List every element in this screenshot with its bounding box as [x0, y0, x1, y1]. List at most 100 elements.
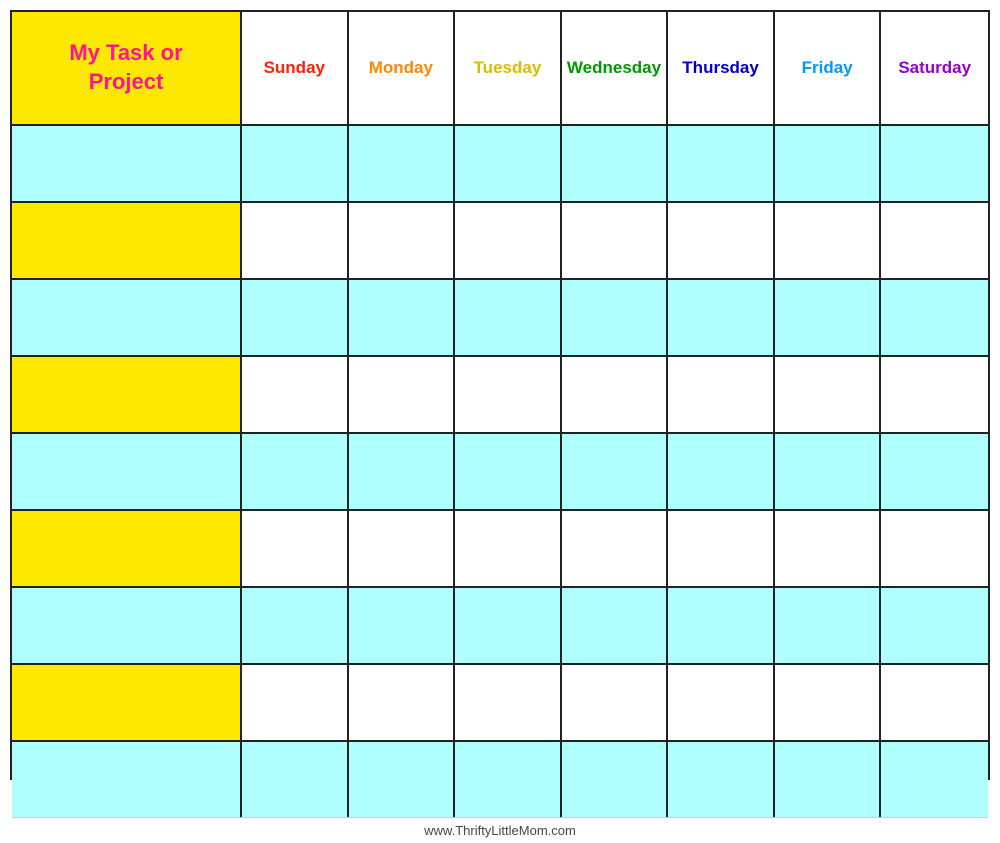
- task-cell[interactable]: [12, 357, 242, 432]
- day-cell[interactable]: [668, 588, 775, 663]
- data-row: [12, 126, 988, 203]
- day-cell[interactable]: [562, 742, 669, 817]
- day-cell[interactable]: [242, 434, 349, 509]
- day-cell[interactable]: [775, 742, 882, 817]
- day-cell[interactable]: [349, 203, 456, 278]
- day-cell[interactable]: [668, 511, 775, 586]
- day-cell[interactable]: [349, 280, 456, 355]
- day-cell[interactable]: [455, 665, 562, 740]
- day-cell[interactable]: [242, 357, 349, 432]
- day-cell[interactable]: [668, 665, 775, 740]
- day-cell[interactable]: [668, 434, 775, 509]
- page-wrapper: My Task or Project Sunday Monday Tuesday We…: [10, 10, 990, 780]
- day-cell[interactable]: [349, 126, 456, 201]
- day-cell[interactable]: [562, 665, 669, 740]
- day-label-tuesday: Tuesday: [474, 58, 542, 78]
- task-cell[interactable]: [12, 280, 242, 355]
- day-cell[interactable]: [775, 665, 882, 740]
- day-cell[interactable]: [881, 742, 988, 817]
- header-day-thursday: Thursday: [668, 12, 775, 124]
- day-cell[interactable]: [562, 434, 669, 509]
- task-cell[interactable]: [12, 742, 242, 817]
- day-cell[interactable]: [242, 511, 349, 586]
- day-cell[interactable]: [349, 742, 456, 817]
- day-cell[interactable]: [775, 434, 882, 509]
- day-cell[interactable]: [775, 280, 882, 355]
- day-cell[interactable]: [775, 357, 882, 432]
- day-cell[interactable]: [668, 357, 775, 432]
- data-row: [12, 742, 988, 817]
- day-cell[interactable]: [349, 588, 456, 663]
- day-cell[interactable]: [455, 434, 562, 509]
- day-cell[interactable]: [881, 357, 988, 432]
- header-day-sunday: Sunday: [242, 12, 349, 124]
- day-cell[interactable]: [242, 126, 349, 201]
- day-cell[interactable]: [881, 511, 988, 586]
- day-label-friday: Friday: [802, 58, 853, 78]
- header-day-wednesday: Wednesday: [562, 12, 669, 124]
- data-row: [12, 357, 988, 434]
- day-cell[interactable]: [881, 203, 988, 278]
- day-cell[interactable]: [455, 357, 562, 432]
- day-cell[interactable]: [668, 742, 775, 817]
- day-cell[interactable]: [242, 280, 349, 355]
- day-cell[interactable]: [242, 665, 349, 740]
- data-row: [12, 280, 988, 357]
- data-row: [12, 588, 988, 665]
- day-cell[interactable]: [562, 588, 669, 663]
- day-cell[interactable]: [775, 588, 882, 663]
- task-cell[interactable]: [12, 203, 242, 278]
- data-row: [12, 665, 988, 742]
- day-cell[interactable]: [455, 126, 562, 201]
- header-day-friday: Friday: [775, 12, 882, 124]
- title-line2: Project: [89, 69, 164, 94]
- day-cell[interactable]: [349, 434, 456, 509]
- day-cell[interactable]: [881, 434, 988, 509]
- day-cell[interactable]: [455, 203, 562, 278]
- header-title-cell: My Task or Project: [12, 12, 242, 124]
- task-cell[interactable]: [12, 434, 242, 509]
- day-cell[interactable]: [881, 126, 988, 201]
- day-cell[interactable]: [562, 280, 669, 355]
- day-cell[interactable]: [349, 665, 456, 740]
- day-cell[interactable]: [668, 203, 775, 278]
- day-label-monday: Monday: [369, 58, 433, 78]
- task-cell[interactable]: [12, 511, 242, 586]
- day-cell[interactable]: [242, 742, 349, 817]
- day-cell[interactable]: [881, 588, 988, 663]
- day-cell[interactable]: [881, 280, 988, 355]
- day-cell[interactable]: [349, 511, 456, 586]
- data-row: [12, 203, 988, 280]
- task-cell[interactable]: [12, 588, 242, 663]
- day-cell[interactable]: [455, 511, 562, 586]
- day-cell[interactable]: [242, 588, 349, 663]
- table-container: My Task or Project Sunday Monday Tuesday We…: [12, 12, 988, 817]
- day-cell[interactable]: [775, 203, 882, 278]
- day-label-saturday: Saturday: [898, 58, 971, 78]
- task-cell[interactable]: [12, 126, 242, 201]
- header-row: My Task or Project Sunday Monday Tuesday We…: [12, 12, 988, 126]
- footer: www.ThriftyLittleMom.com: [12, 817, 988, 843]
- day-cell[interactable]: [349, 357, 456, 432]
- header-title-text: My Task or Project: [69, 39, 182, 96]
- day-cell[interactable]: [455, 280, 562, 355]
- header-day-saturday: Saturday: [881, 12, 988, 124]
- day-cell[interactable]: [668, 280, 775, 355]
- header-day-monday: Monday: [349, 12, 456, 124]
- day-label-sunday: Sunday: [264, 58, 325, 78]
- day-cell[interactable]: [775, 126, 882, 201]
- title-line1: My Task or: [69, 40, 182, 65]
- day-cell[interactable]: [775, 511, 882, 586]
- day-cell[interactable]: [562, 511, 669, 586]
- day-cell[interactable]: [562, 203, 669, 278]
- day-cell[interactable]: [881, 665, 988, 740]
- day-cell[interactable]: [562, 357, 669, 432]
- day-cell[interactable]: [562, 126, 669, 201]
- day-cell[interactable]: [242, 203, 349, 278]
- day-cell[interactable]: [668, 126, 775, 201]
- task-cell[interactable]: [12, 665, 242, 740]
- day-cell[interactable]: [455, 742, 562, 817]
- data-row: [12, 511, 988, 588]
- day-cell[interactable]: [455, 588, 562, 663]
- data-row: [12, 434, 988, 511]
